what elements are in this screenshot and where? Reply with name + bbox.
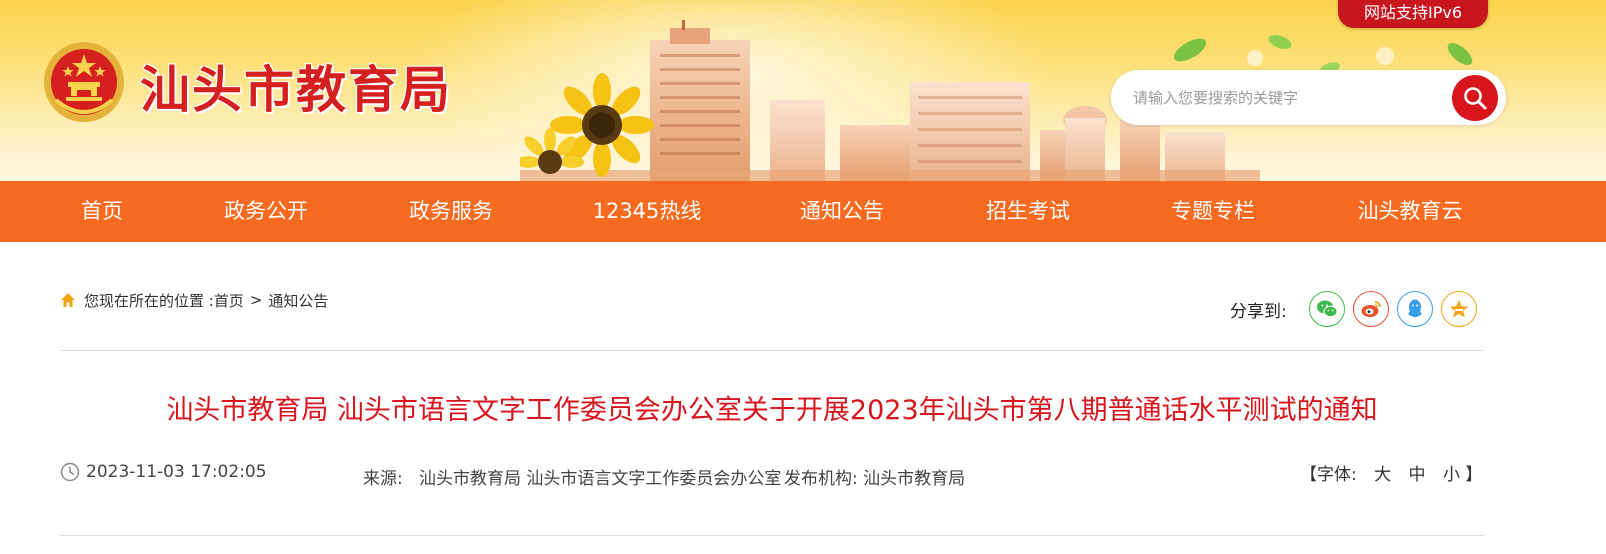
site-title[interactable]: 汕头市教育局: [140, 50, 452, 122]
publish-time: 2023-11-03 17:02:05: [60, 460, 267, 484]
header-banner: 汕头市教育局 网站支持IPv6 请输入您要搜索的关键字: [0, 0, 1606, 185]
font-size-switcher: 【字体: 大 中 小 】: [1300, 460, 1482, 485]
nav-item-notices[interactable]: 通知公告: [800, 181, 884, 242]
header-divider: [60, 350, 1484, 351]
nav-item-admissions[interactable]: 招生考试: [986, 181, 1070, 242]
nav-item-government-services[interactable]: 政务服务: [409, 181, 493, 242]
share-bar: 分享到:: [1230, 290, 1477, 328]
font-size-large-button[interactable]: 大: [1374, 465, 1391, 485]
weibo-icon: [1361, 301, 1381, 317]
search-box: [1111, 70, 1506, 125]
clock-icon: [60, 462, 80, 482]
publish-datetime: 2023-11-03 17:02:05: [86, 462, 267, 482]
breadcrumb-prefix: 您现在所在的位置 :: [84, 291, 214, 310]
share-qq-button[interactable]: [1396, 291, 1433, 327]
nav-item-education-cloud[interactable]: 汕头教育云: [1358, 181, 1463, 242]
article-title: 汕头市教育局 汕头市语言文字工作委员会办公室关于开展2023年汕头市第八期普通话…: [166, 395, 1378, 426]
qq-icon: [1407, 299, 1422, 317]
search-input[interactable]: [1133, 84, 1433, 112]
publisher-info: 发布机构: 汕头市教育局: [784, 458, 965, 500]
ipv6-support-badge[interactable]: 网站支持IPv6: [1338, 0, 1488, 28]
national-emblem-icon: [44, 42, 124, 122]
publisher-label: 发布机构:: [784, 469, 858, 489]
share-wechat-button[interactable]: [1308, 291, 1345, 327]
breadcrumb-home-link[interactable]: 首页: [214, 290, 244, 311]
search-button[interactable]: [1452, 75, 1498, 121]
font-size-medium-button[interactable]: 中: [1409, 465, 1426, 485]
source-value: 汕头市教育局 汕头市语言文字工作委员会办公室: [418, 469, 782, 489]
meta-divider: [60, 535, 1484, 536]
nav-item-hotline-12345[interactable]: 12345热线: [593, 181, 702, 242]
share-weibo-button[interactable]: [1352, 291, 1389, 327]
search-icon: [1464, 87, 1487, 110]
sunflower-decoration: [520, 73, 654, 177]
source-label: 来源:: [363, 469, 403, 489]
share-label: 分享到:: [1230, 301, 1287, 322]
wechat-icon: [1316, 300, 1338, 318]
share-qzone-button[interactable]: [1440, 291, 1477, 327]
font-size-close: 】: [1465, 465, 1483, 485]
breadcrumb-current-link[interactable]: 通知公告: [268, 290, 328, 311]
nav-item-government-affairs[interactable]: 政务公开: [224, 181, 308, 242]
nav-item-home[interactable]: 首页: [81, 181, 123, 242]
qzone-icon: [1449, 300, 1469, 318]
nav-item-special-topics[interactable]: 专题专栏: [1171, 181, 1255, 242]
font-size-open: 【字体:: [1300, 465, 1357, 485]
main-nav: 首页 政务公开 政务服务 12345热线 通知公告 招生考试 专题专栏 汕头教育…: [0, 181, 1606, 242]
breadcrumb-separator: >: [249, 291, 263, 309]
home-icon: [61, 293, 75, 307]
font-size-small-button[interactable]: 小: [1443, 465, 1460, 485]
breadcrumb: 您现在所在的位置 : 首页 > 通知公告: [60, 288, 328, 312]
publisher-value: 汕头市教育局: [863, 469, 966, 489]
